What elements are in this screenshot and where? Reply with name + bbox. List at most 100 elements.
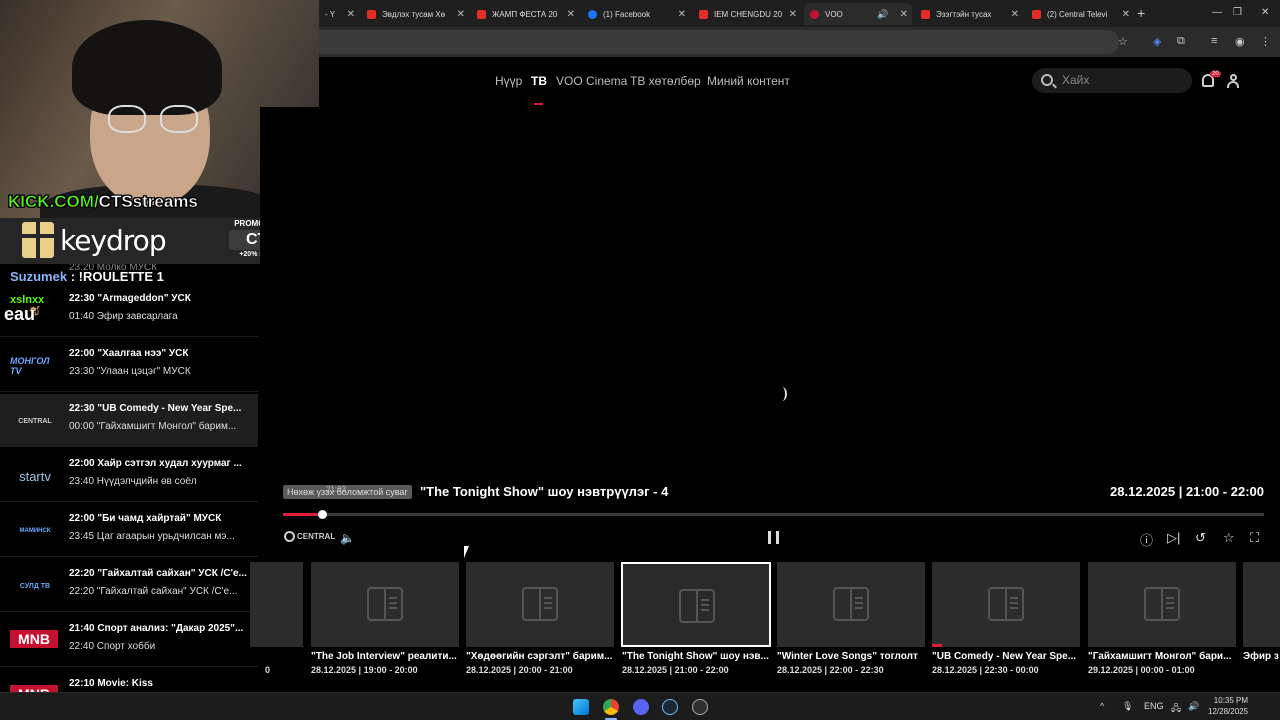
epg-time: 29.12.2025 | 00:00 - 01:00 bbox=[1088, 665, 1195, 675]
epg-thumb[interactable] bbox=[466, 562, 614, 647]
close-window-icon[interactable]: ✕ bbox=[1261, 7, 1269, 18]
nav-voo-cinema[interactable]: VOO Cinema bbox=[556, 74, 627, 88]
windows-taskbar: ^ 🎙 ENG 🖧 🔊 10:35 PM 12/28/2025 bbox=[0, 692, 1280, 720]
epg-title: "Гайхамшигт Монгол" бари... bbox=[1088, 651, 1232, 662]
bookmark-star-icon[interactable]: ☆ bbox=[1118, 35, 1128, 48]
extension-icon[interactable]: ◈ bbox=[1153, 35, 1161, 48]
program-placeholder-icon bbox=[367, 587, 403, 621]
program-placeholder-icon bbox=[522, 587, 558, 621]
channel-row[interactable]: startv 22:00 Хайр сэтгэл худал хуурмаг .… bbox=[0, 449, 258, 502]
epg-thumb-selected[interactable] bbox=[621, 562, 771, 647]
tab-close-icon[interactable]: ✕ bbox=[900, 9, 908, 20]
chat-text: !ROULETTE 1 bbox=[78, 269, 164, 284]
glasses bbox=[108, 105, 146, 133]
puzzle-icon[interactable]: ⧉ bbox=[1177, 35, 1185, 48]
epg-time: 28.12.2025 | 22:00 - 22:30 bbox=[777, 665, 884, 675]
browser-tab[interactable]: Эзэгтэйн тусах ✕ bbox=[915, 3, 1023, 25]
streamer-hair bbox=[72, 20, 222, 115]
epg-time: 28.12.2025 | 22:30 - 00:00 bbox=[932, 665, 1039, 675]
program-placeholder-icon bbox=[1144, 587, 1180, 621]
microphone-icon[interactable]: 🎙 bbox=[1122, 701, 1133, 712]
browser-tab[interactable]: - Y ✕ bbox=[319, 3, 359, 25]
user-icon[interactable] bbox=[1227, 74, 1239, 88]
brand-text: keydrop bbox=[60, 224, 167, 257]
epg-title: "UB Comedy - New Year Spe... bbox=[932, 651, 1077, 662]
browser-tab[interactable]: (2) Central Televi ✕ bbox=[1026, 3, 1134, 25]
minimize-icon[interactable]: — bbox=[1212, 7, 1222, 18]
tab-close-icon[interactable]: ✕ bbox=[678, 9, 686, 20]
epg-thumb[interactable] bbox=[777, 562, 925, 647]
profile-icon[interactable]: ◉ bbox=[1235, 35, 1245, 48]
channel-row[interactable]: МОНГОЛ TV 22:00 "Хаалгаа нээ" УСК 23:30 … bbox=[0, 339, 258, 392]
tab-close-icon[interactable]: ✕ bbox=[457, 9, 465, 20]
player-channel-name: CENTRAL bbox=[297, 532, 336, 541]
search-box[interactable] bbox=[1032, 68, 1192, 93]
pause-icon[interactable] bbox=[768, 531, 779, 544]
tab-close-icon[interactable]: ✕ bbox=[567, 9, 575, 20]
channel-next: 01:40 Эфир завсарлага bbox=[69, 311, 178, 322]
glasses bbox=[160, 105, 198, 133]
volume-tray-icon[interactable]: 🔊 bbox=[1188, 701, 1199, 712]
voo-icon bbox=[810, 9, 819, 19]
nav-home[interactable]: Нүүр bbox=[495, 74, 522, 88]
tab-close-icon[interactable]: ✕ bbox=[347, 9, 355, 20]
skip-next-icon[interactable]: ▷| bbox=[1167, 530, 1180, 546]
channel-row[interactable]: МАМИНСК 22:00 "Би чамд хайртай" МУСК 23:… bbox=[0, 504, 258, 557]
tab-title: Эзэгтэйн тусах bbox=[936, 9, 992, 19]
tab-close-icon[interactable]: ✕ bbox=[789, 9, 797, 20]
clock-date: 12/28/2025 bbox=[1208, 707, 1249, 716]
network-icon[interactable]: 🖧 bbox=[1171, 701, 1181, 717]
channel-row[interactable]: СУЛД ТВ 22:20 "Гайхалтай сайхан" УСК /С'… bbox=[0, 559, 258, 612]
seek-progress bbox=[283, 513, 323, 516]
nav-tv[interactable]: ТВ bbox=[531, 74, 547, 88]
channel-row-selected[interactable]: CENTRAL 22:30 "UB Comedy - New Year Spe.… bbox=[0, 394, 258, 447]
channel-row[interactable]: MNB 22:10 Movie: Kiss bbox=[0, 669, 258, 694]
replay-icon[interactable]: ↺ bbox=[1195, 530, 1206, 546]
address-bar[interactable] bbox=[319, 30, 1119, 54]
browser-tab[interactable]: ЖАМП ФЕСТА 20 ✕ bbox=[471, 3, 579, 25]
language-indicator[interactable]: ENG bbox=[1144, 701, 1164, 711]
search-input[interactable] bbox=[1062, 73, 1182, 87]
browser-tab[interactable]: (1) Facebook ✕ bbox=[582, 3, 690, 25]
tab-close-icon[interactable]: ✕ bbox=[1122, 9, 1130, 20]
system-clock[interactable]: 10:35 PM 12/28/2025 bbox=[1208, 695, 1248, 717]
browser-tab-active[interactable]: VOO 🔊 ✕ bbox=[804, 3, 912, 25]
nav-active-indicator bbox=[534, 103, 543, 105]
channel-now: 22:30 "UB Comedy - New Year Spe... bbox=[69, 403, 242, 414]
volume-icon[interactable]: 🔈 bbox=[340, 531, 355, 545]
epg-thumb[interactable] bbox=[1088, 562, 1236, 647]
seek-handle[interactable] bbox=[318, 510, 328, 519]
browser-tab[interactable]: IEM CHENGDU 20 ✕ bbox=[693, 3, 801, 25]
discord-icon[interactable] bbox=[633, 699, 649, 715]
tab-title: (2) Central Televi bbox=[1047, 9, 1108, 19]
nav-tv-guide[interactable]: ТВ хөтөлбөр bbox=[630, 74, 701, 88]
tab-close-icon[interactable]: ✕ bbox=[1011, 9, 1019, 20]
browser-tab[interactable]: Эвдлэх тусам Хө ✕ bbox=[361, 3, 469, 25]
epg-thumb[interactable] bbox=[250, 562, 303, 647]
channel-row[interactable]: 🐒 22:30 "Armageddon" УСК 01:40 Эфир завс… bbox=[0, 284, 258, 337]
epg-thumb[interactable] bbox=[932, 562, 1080, 647]
video-player[interactable]: Нөхөж үзэх боломжтой суваг 21:03 "The To… bbox=[250, 107, 1280, 692]
chrome-icon[interactable] bbox=[603, 699, 619, 715]
channel-now: 22:10 Movie: Kiss bbox=[69, 678, 153, 689]
menu-icon[interactable]: ⋮ bbox=[1260, 35, 1271, 48]
new-tab-icon[interactable]: + bbox=[1137, 5, 1145, 21]
seek-bar[interactable] bbox=[283, 510, 1264, 519]
tray-chevron-icon[interactable]: ^ bbox=[1100, 701, 1104, 711]
favorite-star-icon[interactable]: ☆ bbox=[1223, 530, 1235, 546]
channel-next: 22:40 Спорт хобби bbox=[69, 641, 156, 652]
restore-icon[interactable]: ❐ bbox=[1233, 7, 1242, 18]
steam-icon[interactable] bbox=[662, 699, 678, 715]
windows-start-icon[interactable] bbox=[573, 699, 589, 715]
channel-next: 23:45 Цаг агаарын урьдчилсан мэ... bbox=[69, 531, 235, 542]
media-control-icon[interactable]: ≡ bbox=[1211, 35, 1217, 47]
info-icon[interactable]: ⓘ bbox=[1140, 530, 1153, 549]
epg-thumb[interactable] bbox=[311, 562, 459, 647]
nav-my-content[interactable]: Миний контент bbox=[707, 74, 790, 88]
obs-icon[interactable] bbox=[692, 699, 708, 715]
fullscreen-icon[interactable]: ⛶ bbox=[1250, 530, 1259, 546]
speaker-icon[interactable]: 🔊 bbox=[877, 9, 888, 20]
epg-thumb[interactable] bbox=[1243, 562, 1280, 647]
channel-row[interactable]: MNB 21:40 Спорт анализ: "Дакар 2025"... … bbox=[0, 614, 258, 667]
channel-now: 22:00 "Би чамд хайртай" МУСК bbox=[69, 513, 222, 524]
